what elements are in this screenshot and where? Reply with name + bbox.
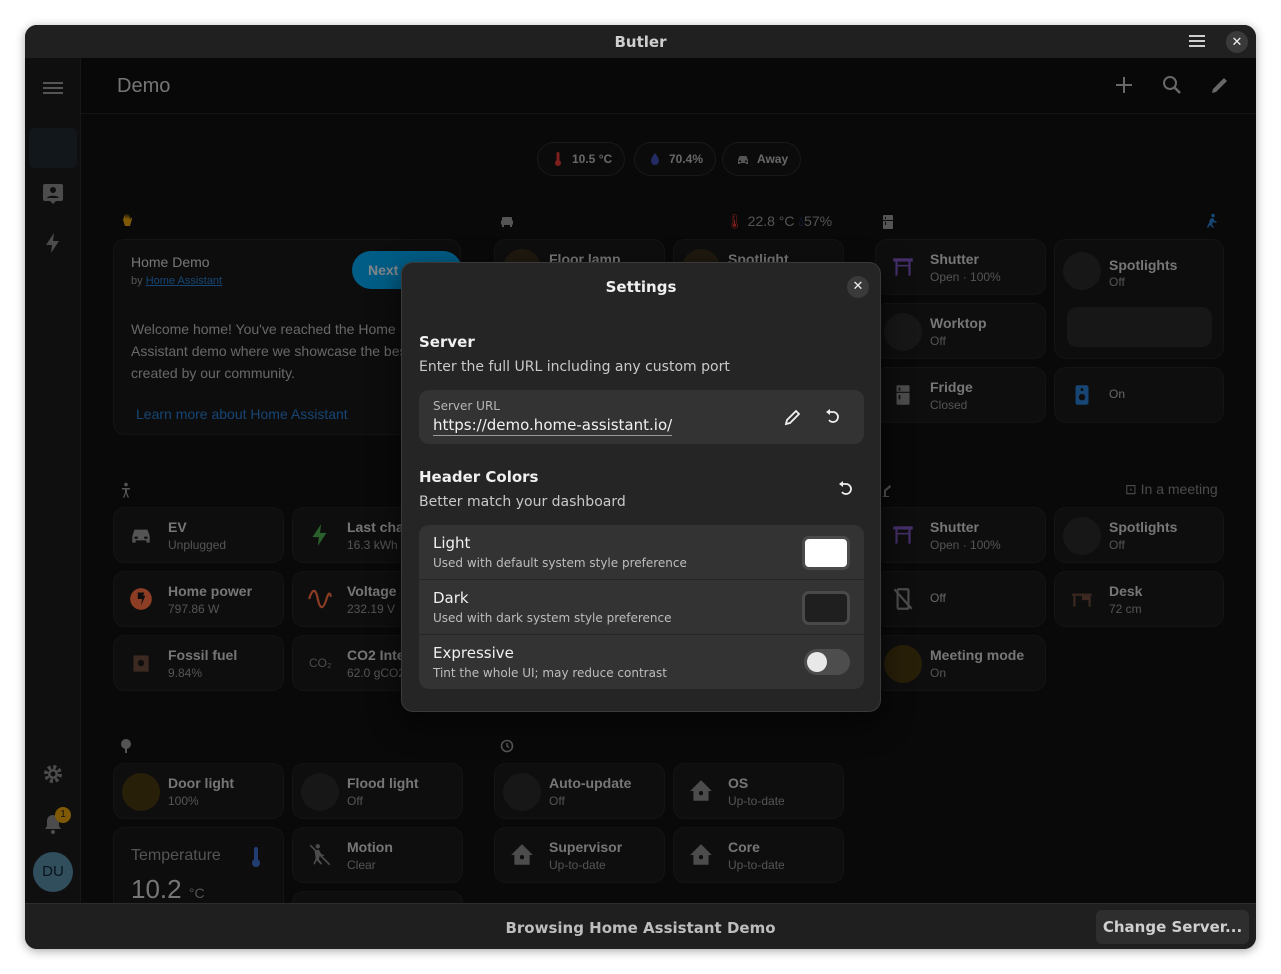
bottom-bar: Browsing Home Assistant Demo Change Serv… xyxy=(25,903,1256,949)
toggle-knob xyxy=(807,652,827,672)
color-row-dark-desc: Used with dark system style preference xyxy=(433,611,672,625)
header-colors-subtitle: Better match your dashboard xyxy=(419,494,626,510)
server-subtitle: Enter the full URL including any custom … xyxy=(419,359,730,375)
server-url-field[interactable]: Server URL https://demo.home-assistant.i… xyxy=(419,390,864,444)
color-row-expressive: Expressive Tint the whole UI; may reduce… xyxy=(419,635,864,689)
browsing-status: Browsing Home Assistant Demo xyxy=(505,919,776,937)
app-window: Butler ✕ 1 DU Demo 10.5 °C 70.4% Away 🌡︎… xyxy=(25,25,1256,949)
light-color-swatch[interactable] xyxy=(802,536,850,570)
dark-color-swatch[interactable] xyxy=(802,591,850,625)
menu-icon[interactable] xyxy=(1188,33,1206,49)
reset-url-icon[interactable] xyxy=(823,407,843,427)
reset-colors-icon[interactable] xyxy=(836,479,856,499)
edit-pencil-icon[interactable] xyxy=(783,407,803,427)
server-heading: Server xyxy=(419,333,475,351)
server-url-label: Server URL xyxy=(433,399,500,413)
header-colors-heading: Header Colors xyxy=(419,468,539,486)
change-server-button[interactable]: Change Server... xyxy=(1096,910,1249,944)
color-row-expressive-desc: Tint the whole UI; may reduce contrast xyxy=(433,666,667,680)
color-row-expressive-name: Expressive xyxy=(433,644,514,662)
expressive-toggle[interactable] xyxy=(804,649,850,675)
color-row-light: Light Used with default system style pre… xyxy=(419,525,864,580)
settings-dialog: Settings ✕ Server Enter the full URL inc… xyxy=(401,262,881,712)
dialog-title: Settings xyxy=(605,278,677,296)
color-row-dark: Dark Used with dark system style prefere… xyxy=(419,580,864,635)
header-colors-list: Light Used with default system style pre… xyxy=(419,525,864,689)
color-row-dark-name: Dark xyxy=(433,589,469,607)
window-close-button[interactable]: ✕ xyxy=(1226,31,1248,53)
color-row-light-name: Light xyxy=(433,534,471,552)
titlebar: Butler ✕ xyxy=(25,25,1256,58)
server-url-value[interactable]: https://demo.home-assistant.io/ xyxy=(433,416,673,436)
dialog-close-button[interactable]: ✕ xyxy=(847,276,869,298)
window-title: Butler xyxy=(614,33,667,51)
color-row-light-desc: Used with default system style preferenc… xyxy=(433,556,687,570)
